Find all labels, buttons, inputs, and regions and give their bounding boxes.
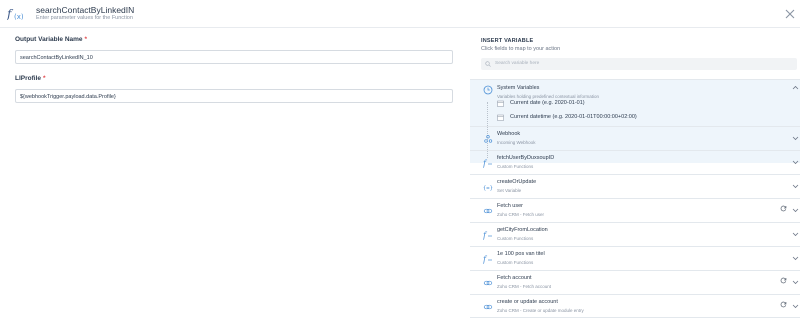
variable-search[interactable]: Search variable here xyxy=(481,58,797,70)
clock-icon xyxy=(483,85,493,95)
function-icon: ƒ xyxy=(483,255,492,264)
section-title: Webhook xyxy=(497,131,521,137)
system-variable-current-date[interactable]: Current date (e.g. 2020-01-01) xyxy=(494,98,784,110)
section-title: Fetch user xyxy=(497,203,523,209)
output-variable-input[interactable]: searchContactByLinkedIN_10 xyxy=(15,50,453,64)
svg-text:ƒ: ƒ xyxy=(483,255,488,264)
close-icon[interactable] xyxy=(784,8,796,20)
li-profile-input[interactable]: ${webhookTrigger.payload.data.Profile} xyxy=(15,89,453,103)
dialog-header: ƒ (x) searchContactByLinkedIN Enter para… xyxy=(0,0,800,28)
section-subtitle: Zoho CRM - Create or update module entry xyxy=(497,308,584,313)
section-webhook[interactable]: Webhook Incoming Webhook xyxy=(470,126,800,150)
insert-variable-subtitle: Click fields to map to your action xyxy=(481,46,561,52)
calendar-icon xyxy=(497,114,504,121)
section-title: getCityFromLocation xyxy=(497,227,548,233)
function-logo-icon: ƒ (x) xyxy=(7,7,24,21)
chevron-up-icon[interactable] xyxy=(792,85,799,90)
chevron-down-icon[interactable] xyxy=(792,208,799,213)
refresh-icon[interactable] xyxy=(780,301,787,308)
webhook-icon xyxy=(484,135,493,143)
section-subtitle: Zoho CRM - Fetch account xyxy=(497,284,552,289)
section-1e-100-pos-van-titel[interactable]: ƒ 1e 100 pos van titel Custom Functions xyxy=(470,246,800,270)
chevron-down-icon[interactable] xyxy=(792,232,799,237)
system-variable-label: Current date (e.g. 2020-01-01) xyxy=(510,100,585,106)
section-get-city-from-location[interactable]: ƒ getCityFromLocation Custom Functions xyxy=(470,222,800,246)
system-variable-label: Current datetime (e.g. 2020-01-01T00:00:… xyxy=(510,114,637,120)
system-variables-title: System Variables xyxy=(497,85,540,91)
crm-icon xyxy=(483,280,493,286)
svg-text:{=}: {=} xyxy=(483,186,493,192)
li-profile-group: LIProfile * ${webhookTrigger.payload.data… xyxy=(15,75,453,103)
section-subtitle: Custom Functions xyxy=(497,260,534,265)
function-icon: ƒ xyxy=(483,159,492,168)
output-variable-group: Output Variable Name * searchContactByLin… xyxy=(15,36,453,64)
svg-text:(x): (x) xyxy=(14,13,24,21)
li-profile-label: LIProfile * xyxy=(15,75,453,84)
chevron-down-icon[interactable] xyxy=(792,160,799,165)
svg-text:ƒ: ƒ xyxy=(483,159,488,168)
chevron-down-icon[interactable] xyxy=(792,136,799,141)
required-mark: * xyxy=(43,75,46,82)
dialog-title: searchContactByLinkedIN xyxy=(36,5,135,15)
section-subtitle: Custom Functions xyxy=(497,164,534,169)
section-subtitle: Incoming Webhook xyxy=(497,140,536,145)
crm-icon xyxy=(483,304,493,310)
chevron-down-icon[interactable] xyxy=(792,304,799,309)
li-profile-label-text: LIProfile xyxy=(15,75,42,82)
parameter-form: Output Variable Name * searchContactByLin… xyxy=(15,36,453,103)
section-subtitle: Custom Functions xyxy=(497,236,534,241)
chevron-down-icon[interactable] xyxy=(792,256,799,261)
insert-variable-panel: INSERT VARIABLE Click fields to map to y… xyxy=(470,36,800,329)
refresh-icon[interactable] xyxy=(780,277,787,284)
crm-icon xyxy=(483,208,493,214)
section-title: Fetch account xyxy=(497,275,532,281)
section-title: 1e 100 pos van titel xyxy=(497,251,545,257)
required-mark: * xyxy=(84,36,88,43)
insert-variable-title: INSERT VARIABLE xyxy=(481,38,534,44)
section-fetch-user-by-duxsoup-id[interactable]: ƒ fetchUserByDuxsoupID Custom Functions xyxy=(470,150,800,174)
section-subtitle: Set Variable xyxy=(497,188,522,193)
section-create-or-update[interactable]: {=} createOrUpdate Set Variable xyxy=(470,174,800,198)
svg-text:ƒ: ƒ xyxy=(7,7,14,21)
function-icon: ƒ xyxy=(483,231,492,240)
chevron-down-icon[interactable] xyxy=(792,280,799,285)
system-variable-current-datetime[interactable]: Current datetime (e.g. 2020-01-01T00:00:… xyxy=(494,112,784,124)
output-variable-label: Output Variable Name * xyxy=(15,36,453,45)
svg-text:ƒ: ƒ xyxy=(483,231,488,240)
output-variable-label-text: Output Variable Name xyxy=(15,36,83,43)
section-create-or-update-account[interactable]: create or update account Zoho CRM - Crea… xyxy=(470,294,800,318)
section-title: create or update account xyxy=(497,299,558,305)
section-subtitle: Zoho CRM - Fetch user xyxy=(497,212,545,217)
section-title: createOrUpdate xyxy=(497,179,537,185)
section-title: fetchUserByDuxsoupID xyxy=(497,155,555,161)
refresh-icon[interactable] xyxy=(780,205,787,212)
variable-icon: {=} xyxy=(483,186,493,192)
chevron-down-icon[interactable] xyxy=(792,184,799,189)
search-icon xyxy=(485,61,491,67)
section-fetch-account[interactable]: Fetch account Zoho CRM - Fetch account xyxy=(470,270,800,294)
search-placeholder: Search variable here xyxy=(495,61,540,66)
calendar-icon xyxy=(497,100,504,107)
dialog-subtitle: Enter parameter values for the Function xyxy=(36,15,133,21)
section-fetch-user[interactable]: Fetch user Zoho CRM - Fetch user xyxy=(470,198,800,222)
